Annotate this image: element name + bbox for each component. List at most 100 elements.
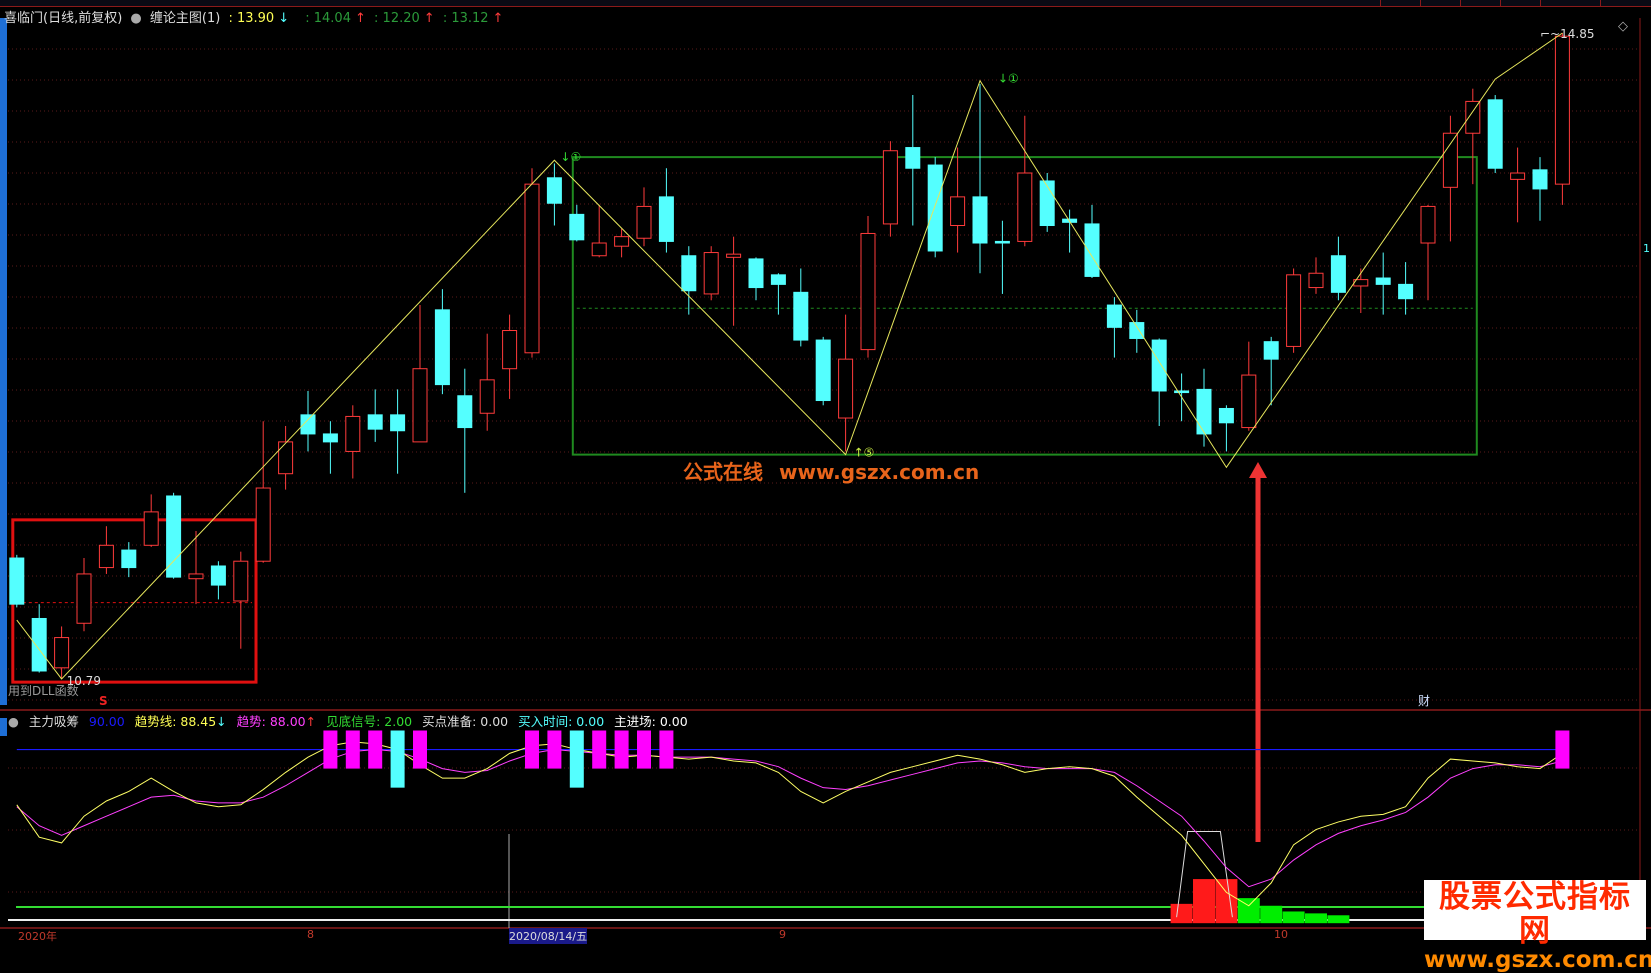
up-arrow-icon: ↑ — [492, 11, 504, 26]
s-marker: S — [99, 694, 108, 708]
watermark-cn: 公式在线 — [683, 460, 763, 484]
trendline-value: 趋势线: 88.45 — [134, 714, 217, 729]
candle-down — [121, 549, 137, 569]
chart-header: 喜临门(日线,前复权) ● 缠论主图(1) : 13.90 ↓ : 14.04 ↑ … — [4, 7, 507, 26]
signal-bar-magenta — [345, 730, 360, 769]
candle-down — [1174, 390, 1190, 394]
value-2: : 14.04 — [305, 11, 351, 26]
candle-up — [882, 150, 898, 225]
candle-up — [860, 232, 876, 351]
trend-value: 趋势: 88.00 — [236, 714, 306, 729]
diamond-icon: ◇ — [1618, 19, 1628, 34]
buy-prepare-value: 买点准备: 0.00 — [422, 714, 509, 729]
green-histogram-bar — [1237, 898, 1260, 924]
candle-up — [1420, 205, 1436, 244]
candle-up — [950, 196, 966, 227]
green-histogram-bar — [1260, 905, 1283, 924]
up-arrow-icon: ↑ — [423, 11, 435, 26]
candle-down — [367, 414, 383, 430]
candle-down — [1375, 277, 1391, 285]
zigzag-line — [16, 32, 1563, 680]
candle-up — [76, 573, 92, 624]
candle-down — [546, 177, 562, 204]
trendline-line — [16, 741, 1563, 907]
down-arrow-icon: ↓ — [278, 11, 290, 26]
subpane-name[interactable]: 主力吸筹 — [29, 714, 79, 729]
candle-down — [210, 565, 226, 586]
pivot-marker: ↓① — [998, 72, 1019, 86]
watermark-center: 公式在线 www.gszx.com.cn — [683, 456, 995, 485]
candle-down — [166, 495, 182, 578]
signal-bar-cyan — [390, 730, 405, 788]
candle-down — [1196, 388, 1212, 435]
candle-up — [636, 205, 652, 239]
candle-up — [479, 379, 495, 414]
dll-note: 用到DLL函数 — [8, 683, 79, 698]
watermark-url: www.gszx.com.cn — [779, 460, 980, 484]
signal-bar-magenta — [637, 730, 651, 769]
candle-down — [322, 433, 338, 443]
candle-up — [1286, 274, 1302, 347]
value-3: : 12.20 — [374, 11, 420, 26]
signal-bar-magenta — [614, 730, 629, 769]
signal-bar-magenta — [368, 730, 383, 769]
candle-up — [1510, 172, 1526, 180]
bottom-signal-value: 见底信号: 2.00 — [326, 714, 413, 729]
dropdown-icon[interactable]: ● — [130, 11, 141, 26]
candle-down — [1084, 223, 1100, 277]
watermark-corner-url: www.gszx.com.cn — [1424, 947, 1651, 973]
candle-up — [524, 183, 540, 354]
candle-down — [1218, 407, 1234, 424]
candle-down — [748, 258, 764, 289]
cursor-date-label: 2020/08/14/五 — [509, 928, 588, 944]
candle-down — [927, 164, 943, 252]
candle-up — [1465, 100, 1481, 134]
time-label: 2020年 — [18, 930, 57, 943]
candle-down — [390, 414, 406, 432]
candle-up — [614, 236, 630, 247]
dropdown-icon[interactable]: ● — [8, 714, 19, 729]
candle-up — [143, 511, 159, 546]
candle-up — [233, 560, 249, 602]
signal-bar-magenta — [323, 730, 338, 769]
candle-down — [457, 395, 473, 429]
buy-time-value: 买入时间: 0.00 — [518, 714, 605, 729]
candle-down — [31, 617, 47, 672]
candle-up — [98, 544, 114, 569]
candle-down — [793, 291, 809, 341]
candle-down — [681, 255, 697, 292]
value-1: : 13.90 — [228, 11, 275, 26]
candle-down — [1487, 99, 1503, 169]
candle-down — [1263, 341, 1279, 360]
candle-up — [1554, 35, 1570, 185]
candle-up — [502, 330, 518, 370]
candle-up — [255, 487, 271, 562]
signal-bar-magenta — [659, 730, 674, 769]
candle-down — [994, 240, 1010, 244]
watermark-corner-cn: 股票公式指标网 — [1439, 879, 1631, 949]
left-strip — [0, 18, 7, 705]
time-label: 9 — [779, 928, 786, 941]
value-4: : 13.12 — [442, 11, 489, 26]
subpane-value: 90.00 — [88, 714, 125, 729]
up-arrow-icon: ↑ — [305, 714, 317, 729]
red-histogram-bar — [1170, 903, 1193, 924]
signal-bar-magenta — [525, 730, 539, 769]
candle-up — [703, 252, 719, 295]
signal-bar-magenta — [547, 730, 562, 769]
stock-name: 喜临门(日线,前复权) — [4, 11, 123, 26]
signal-bar-magenta — [1555, 730, 1570, 769]
price-axis-label: 1 — [1643, 242, 1650, 255]
indicator-name[interactable]: 缠论主图(1) — [150, 11, 220, 26]
candle-up — [345, 415, 361, 452]
candle-down — [1532, 169, 1548, 190]
green-histogram-bar — [1327, 915, 1350, 924]
candle-up — [412, 368, 428, 443]
candle-up — [54, 637, 70, 669]
pivot-marker: ↓① — [560, 150, 581, 164]
candle-up — [1017, 172, 1033, 242]
cai-marker: 财 — [1418, 694, 1430, 708]
candle-down — [1129, 322, 1145, 339]
time-label: 8 — [307, 928, 314, 941]
subpane-header: ● 主力吸筹 90.00 趋势线: 88.45↓ 趋势: 88.00↑ 见底信号… — [8, 711, 694, 730]
